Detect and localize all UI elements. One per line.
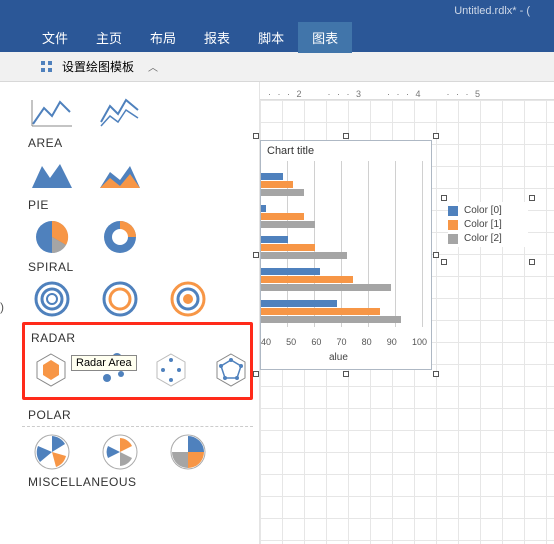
radar-bubble-thumb[interactable] [151, 351, 191, 389]
toolbar: 设置绘图模板 ︿ [0, 52, 554, 82]
area-thumb-1[interactable] [28, 156, 76, 194]
polar-thumb-2[interactable] [96, 433, 144, 471]
section-area: AREA [28, 136, 247, 150]
menubar: 文件 主页 布局 报表 脚本 图表 [0, 22, 554, 52]
ruler-horizontal: 2345 [260, 82, 554, 100]
line-thumb-2[interactable] [96, 94, 144, 132]
legend-selection-handles[interactable] [444, 198, 532, 262]
chart-type-sidebar: AREA PIE SPIRAL RADAR Radar Area [0, 82, 260, 544]
template-grid-icon [40, 60, 54, 74]
menu-chart[interactable]: 图表 [298, 22, 352, 53]
spiral-thumb-1[interactable] [28, 280, 76, 318]
menu-report[interactable]: 报表 [190, 22, 244, 53]
selection-handles[interactable] [256, 136, 436, 374]
tooltip-radar-area: Radar Area [71, 355, 137, 371]
radar-line-thumb[interactable] [211, 351, 251, 389]
menu-home[interactable]: 主页 [82, 22, 136, 53]
section-misc: MISCELLANEOUS [28, 475, 247, 489]
menu-layout[interactable]: 布局 [136, 22, 190, 53]
radar-area-thumb[interactable] [31, 351, 71, 389]
spiral-thumb-3[interactable] [164, 280, 212, 318]
titlebar: Untitled.rdlx* - ( [0, 0, 554, 22]
section-radar: RADAR [31, 331, 244, 345]
spiral-thumb-2[interactable] [96, 280, 144, 318]
divider [22, 426, 253, 427]
menu-script[interactable]: 脚本 [244, 22, 298, 53]
donut-thumb[interactable] [96, 218, 144, 256]
template-label[interactable]: 设置绘图模板 [62, 58, 134, 75]
chevron-up-icon[interactable]: ︿ [148, 59, 158, 74]
document-title: Untitled.rdlx* - ( [454, 5, 530, 17]
polar-thumb-3[interactable] [164, 433, 212, 471]
area-thumb-2[interactable] [96, 156, 144, 194]
line-thumb-1[interactable] [28, 94, 76, 132]
left-edge-fragment: ) [0, 300, 4, 314]
radar-highlight: RADAR Radar Area [22, 322, 253, 400]
polar-thumb-1[interactable] [28, 433, 76, 471]
design-canvas[interactable]: 2345 Chart title 405060708090100 alue Co… [260, 82, 554, 544]
section-pie: PIE [28, 198, 247, 212]
menu-file[interactable]: 文件 [28, 22, 82, 53]
section-polar: POLAR [28, 408, 247, 422]
pie-thumb-1[interactable] [28, 218, 76, 256]
section-spiral: SPIRAL [28, 260, 247, 274]
